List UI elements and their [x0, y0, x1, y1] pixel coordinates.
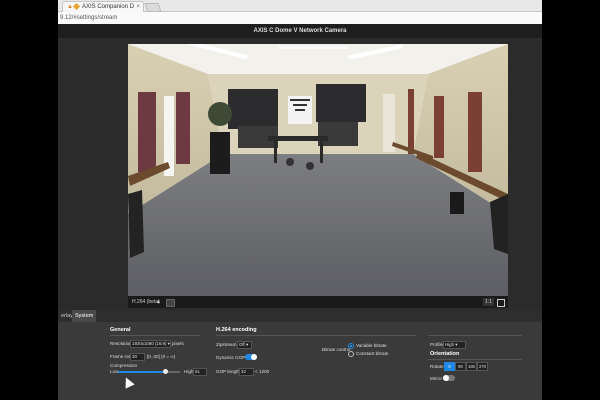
- tab-title: AXIS Companion De: [82, 4, 134, 10]
- screen-border-right: [542, 0, 600, 400]
- bitrate-control-label: Bitrate control: [322, 347, 351, 352]
- compression-slider-knob[interactable]: [163, 369, 168, 374]
- dynamic-gop-label: Dynamic GOP: [216, 355, 246, 360]
- stream-caret-icon[interactable]: ▲: [156, 296, 161, 308]
- aspect-ratio-button[interactable]: 1:1: [483, 298, 494, 306]
- fullscreen-icon[interactable]: [497, 299, 505, 307]
- snapshot-icon[interactable]: [166, 299, 175, 307]
- browser-tab[interactable]: ▲ AXIS Companion De ×: [62, 1, 144, 12]
- mirror-label: Mirror: [430, 376, 442, 381]
- rotate-label: Rotate: [430, 364, 444, 369]
- resolution-label: Resolution: [110, 341, 132, 346]
- profile-select[interactable]: High ▾: [443, 341, 466, 349]
- tab-system[interactable]: System: [72, 310, 97, 322]
- orientation-section-title: Orientation: [430, 351, 460, 357]
- zipstream-select[interactable]: Off ▾: [237, 341, 252, 349]
- general-section-title: General: [110, 327, 131, 333]
- camera-video-feed[interactable]: [128, 44, 508, 296]
- gop-length-label: GOP length: [216, 369, 240, 374]
- dynamic-gop-toggle[interactable]: [245, 354, 257, 360]
- browser-window: ▲ AXIS Companion De × 9.12/#settings/str…: [58, 0, 542, 400]
- live-view-area: H.264 (beta) ▲ 1:1: [58, 38, 542, 310]
- address-text: 9.12/#settings/stream: [60, 15, 118, 21]
- resolution-select[interactable]: 1920x1080 (16:9) ▾: [130, 340, 171, 348]
- rotate-270-button[interactable]: 270: [477, 362, 488, 371]
- general-divider: [110, 335, 200, 336]
- room-scene-image: [128, 44, 508, 296]
- resolution-unit: pixels: [172, 341, 184, 346]
- profile-divider: [428, 335, 522, 336]
- tab-close-icon[interactable]: ×: [136, 2, 140, 12]
- warning-icon: ▲: [67, 4, 73, 10]
- orientation-divider: [428, 359, 522, 360]
- browser-tab-bar: ▲ AXIS Companion De ×: [58, 0, 542, 12]
- gop-length-max-value: 1200: [258, 369, 270, 374]
- framerate-hint: [0..30] (0 = ∞): [147, 354, 176, 359]
- axis-logo-icon: [72, 2, 81, 11]
- video-toolbar: H.264 (beta) ▲ 1:1: [128, 296, 508, 308]
- compression-slider-fill: [118, 371, 165, 373]
- mirror-toggle[interactable]: [443, 375, 455, 381]
- profile-label: Profile: [430, 342, 444, 347]
- zipstream-label: Zipstream: [216, 342, 237, 347]
- compression-input[interactable]: 61: [193, 368, 207, 376]
- gop-length-input[interactable]: 32: [239, 368, 254, 376]
- constant-bitrate-radio[interactable]: [348, 351, 354, 357]
- toggle-knob: [251, 354, 257, 360]
- settings-tabs: erlay System: [58, 310, 542, 322]
- constant-bitrate-label: Constant bitrate: [356, 351, 389, 356]
- gop-length-max: < 1200: [255, 369, 270, 374]
- camera-title: AXIS C Dome V Network Camera: [58, 24, 542, 38]
- settings-panel: erlay System General Resolution 1920x108…: [58, 310, 542, 400]
- rotate-90-button[interactable]: 90: [455, 362, 466, 371]
- rotate-180-button[interactable]: 180: [466, 362, 477, 371]
- h264-divider: [216, 335, 416, 336]
- framerate-input[interactable]: 30: [130, 353, 145, 361]
- compression-label: Compression: [110, 363, 138, 368]
- new-tab-button[interactable]: [144, 3, 162, 12]
- variable-bitrate-label: Variable bitrate: [356, 343, 387, 348]
- rotate-0-button[interactable]: 0: [444, 362, 455, 371]
- h264-section-title: H.264 encoding: [216, 327, 257, 333]
- screen-border-left: [0, 0, 58, 400]
- variable-bitrate-radio[interactable]: [348, 343, 354, 349]
- toggle-knob: [443, 375, 449, 381]
